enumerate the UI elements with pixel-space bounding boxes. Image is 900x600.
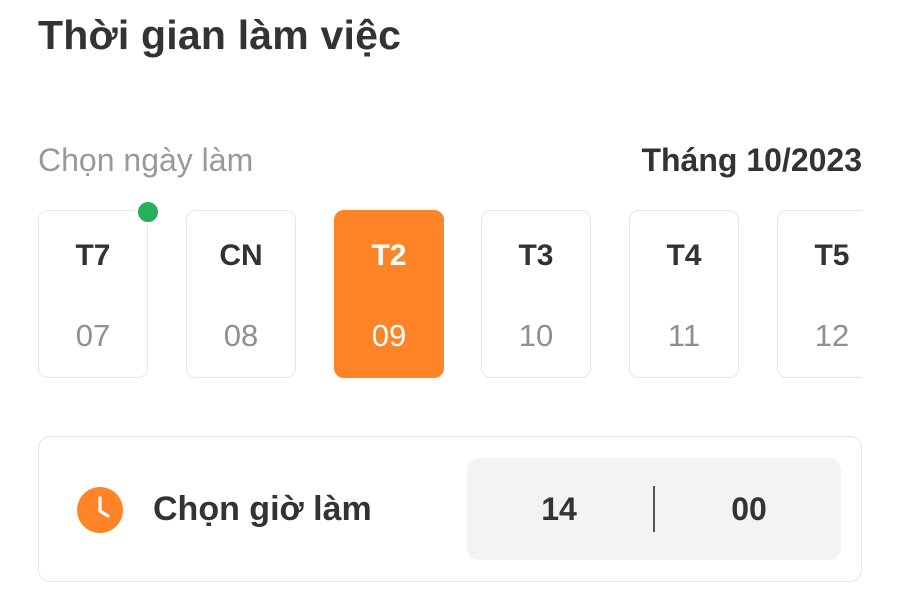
availability-dot-indicator — [135, 199, 161, 225]
clock-icon — [77, 487, 123, 533]
day-card-weekday: T2 — [371, 239, 407, 272]
time-picker-panel: Chọn giờ làm 14 00 — [38, 436, 862, 582]
hour-select[interactable]: 14 — [499, 491, 619, 528]
day-picker-header: Chọn ngày làm Tháng 10/2023 — [38, 140, 862, 186]
day-card[interactable]: CN 08 — [186, 210, 296, 378]
day-card-weekday: T4 — [666, 239, 702, 272]
month-label[interactable]: Tháng 10/2023 — [641, 142, 862, 179]
day-card[interactable]: T5 12 — [777, 210, 862, 378]
day-card-date: 12 — [814, 318, 850, 353]
minute-select[interactable]: 00 — [689, 491, 809, 528]
day-strip[interactable]: T7 07 CN 08 T2 09 T3 10 T4 11 T5 12 — [38, 210, 862, 380]
time-picker-label: Chọn giờ làm — [153, 490, 372, 528]
day-card-selected[interactable]: T2 09 — [334, 210, 444, 378]
day-card-date: 10 — [518, 318, 554, 353]
day-picker-label: Chọn ngày làm — [38, 142, 254, 178]
day-card-weekday: T5 — [814, 239, 850, 272]
day-card[interactable]: T4 11 — [629, 210, 739, 378]
day-card-date: 07 — [75, 318, 111, 353]
day-card[interactable]: T3 10 — [481, 210, 591, 378]
day-card-weekday: T3 — [518, 239, 554, 272]
day-card[interactable]: T7 07 — [38, 210, 148, 378]
day-card-date: 08 — [223, 318, 259, 353]
time-divider — [653, 486, 655, 532]
time-picker[interactable]: 14 00 — [467, 458, 841, 560]
day-card-date: 09 — [371, 318, 407, 353]
day-card-weekday: CN — [219, 239, 263, 272]
page-title: Thời gian làm việc — [38, 12, 402, 58]
day-card-weekday: T7 — [75, 239, 111, 272]
day-card-date: 11 — [667, 318, 701, 353]
